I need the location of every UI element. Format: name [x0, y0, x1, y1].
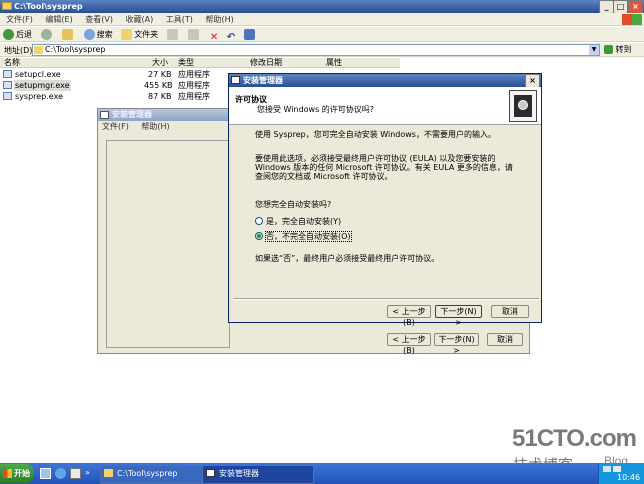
quicklaunch-more-icon[interactable]: »: [85, 468, 93, 479]
menu-favorites[interactable]: 收藏(A): [126, 13, 154, 26]
header-subtitle: 您接受 Windows 的许可协议吗?: [257, 105, 375, 114]
forward-button[interactable]: [40, 29, 54, 40]
taskbar-folder-icon: [104, 469, 113, 477]
close-icon[interactable]: ×: [628, 0, 643, 14]
menu-help[interactable]: 帮助(H): [205, 13, 233, 26]
copy-to-icon: [188, 29, 200, 40]
watermark-site: 51CTO.com: [512, 425, 637, 452]
menu-tools[interactable]: 工具(T): [166, 13, 193, 26]
dialog-back-button[interactable]: < 上一步(B): [387, 305, 431, 327]
eula-text: 要使用此选项，必须接受最终用户许可协议 (EULA) 以及您要安装的 Windo…: [255, 154, 513, 181]
taskbar-explorer-button[interactable]: C:\Tool\sysprep: [100, 465, 216, 484]
quicklaunch-desktop-icon[interactable]: [40, 468, 51, 479]
search-icon: [83, 29, 95, 40]
setup-manager-icon: [100, 111, 109, 119]
copy-to-button[interactable]: [188, 29, 201, 40]
radio-no-selected[interactable]: [255, 232, 263, 240]
search-button[interactable]: 搜索: [83, 27, 113, 42]
address-dropdown-icon[interactable]: ▼: [589, 45, 599, 55]
exe-file-icon: [3, 92, 12, 100]
column-type[interactable]: 类型: [178, 58, 194, 68]
option-yes[interactable]: 是，完全自动安装(Y): [255, 217, 455, 227]
dialog-cancel-button[interactable]: 取消: [491, 305, 529, 318]
dialog-app-icon: [231, 76, 240, 84]
menu-view[interactable]: 查看(V): [85, 13, 113, 26]
address-folder-icon: [34, 46, 43, 54]
file-list: setupcl.exe 27 KB 应用程序 setupmgr.exe 455 …: [0, 69, 230, 109]
back-button[interactable]: < 上一步(B): [387, 333, 431, 355]
go-button[interactable]: 转到: [604, 44, 642, 56]
taskbar-setup-manager-button[interactable]: 安装管理器: [202, 465, 314, 484]
taskbar: 开始 » C:\Tool\sysprep 安装管理器 10:46: [0, 463, 644, 484]
address-label: 地址(D): [4, 46, 33, 55]
explorer-toolbar: 后退 搜索 文件夹 ✕ ↶: [0, 27, 644, 43]
question-text: 您想完全自动安装吗?: [255, 200, 332, 209]
radio-yes[interactable]: [255, 217, 263, 225]
table-row[interactable]: setupmgr.exe 455 KB 应用程序: [0, 80, 230, 91]
dialog-header: 许可协议 您接受 Windows 的许可协议吗?: [229, 87, 541, 125]
exe-file-icon: [3, 81, 12, 89]
menu-file[interactable]: 文件(F): [6, 13, 33, 26]
quicklaunch-ie-icon[interactable]: [55, 468, 66, 479]
start-button[interactable]: 开始: [0, 464, 34, 483]
folders-icon: [121, 29, 133, 40]
quicklaunch-vmware-icon[interactable]: [70, 468, 81, 479]
intro-text: 使用 Sysprep，您可完全自动安装 Windows，不需要用户的输入。: [255, 130, 496, 139]
cancel-button[interactable]: 取消: [487, 333, 523, 346]
column-modified[interactable]: 修改日期: [250, 58, 282, 68]
column-name[interactable]: 名称: [4, 58, 20, 68]
clock: 10:46: [617, 473, 641, 482]
dialog-close-icon[interactable]: ×: [525, 74, 540, 88]
forward-arrow-icon: [40, 29, 52, 40]
column-attributes[interactable]: 属性: [326, 58, 342, 68]
table-row[interactable]: sysprep.exe 87 KB 应用程序: [0, 91, 230, 102]
dialog-title-bar[interactable]: 安装管理器 ×: [229, 74, 541, 88]
setup-box-icon: [509, 90, 537, 122]
address-input[interactable]: C:\Tool\sysprep ▼: [32, 44, 600, 56]
menu-edit[interactable]: 编辑(E): [45, 13, 72, 26]
tray-network-icon[interactable]: [603, 466, 611, 472]
windows-logo-icon: [622, 14, 642, 25]
setup-menu-help[interactable]: 帮助(H): [141, 122, 169, 132]
minimize-icon[interactable]: _: [599, 0, 614, 14]
license-dialog: 安装管理器 × 许可协议 您接受 Windows 的许可协议吗? 使用 Sysp…: [228, 73, 542, 327]
go-arrow-icon: [604, 45, 613, 54]
folder-icon: [2, 2, 12, 10]
option-no[interactable]: 否，不完全自动安装(O): [255, 231, 455, 242]
column-header: 名称 大小 类型 修改日期 属性: [0, 58, 400, 68]
setup-manager-menu: 文件(F) 帮助(H): [102, 122, 180, 132]
setup-menu-file[interactable]: 文件(F): [102, 122, 129, 132]
explorer-menu-bar: 文件(F) 编辑(E) 查看(V) 收藏(A) 工具(T) 帮助(H): [0, 13, 644, 26]
system-tray: 10:46: [598, 463, 644, 484]
maximize-icon[interactable]: □: [613, 0, 628, 14]
folders-button[interactable]: 文件夹: [121, 27, 158, 42]
next-button[interactable]: 下一步(N) >: [434, 333, 479, 355]
back-button[interactable]: 后退: [3, 27, 32, 42]
address-bar: 地址(D) C:\Tool\sysprep ▼ 转到: [0, 43, 644, 57]
taskbar-setup-icon: [206, 469, 215, 477]
move-to-button[interactable]: [166, 29, 180, 40]
exe-file-icon: [3, 70, 12, 78]
views-button[interactable]: [243, 29, 257, 40]
setup-manager-navigation-pane: [106, 140, 230, 348]
up-folder-icon: [62, 29, 74, 40]
windows-flag-icon: [3, 469, 12, 478]
explorer-title: C:\Tool\sysprep: [14, 2, 83, 11]
views-icon: [243, 29, 255, 40]
explorer-title-bar[interactable]: C:\Tool\sysprep _ □ ×: [0, 0, 644, 14]
dialog-separator: [233, 298, 539, 300]
up-folder-button[interactable]: [62, 29, 75, 40]
move-to-icon: [166, 29, 178, 40]
tray-vmware-icon[interactable]: [613, 466, 621, 472]
note-text: 如果选“否”，最终用户必须接受最终用户许可协议。: [255, 254, 440, 263]
table-row[interactable]: setupcl.exe 27 KB 应用程序: [0, 69, 230, 80]
back-arrow-icon: [3, 29, 14, 40]
dialog-next-button[interactable]: 下一步(N) >: [435, 305, 482, 327]
column-size[interactable]: 大小: [152, 58, 168, 68]
